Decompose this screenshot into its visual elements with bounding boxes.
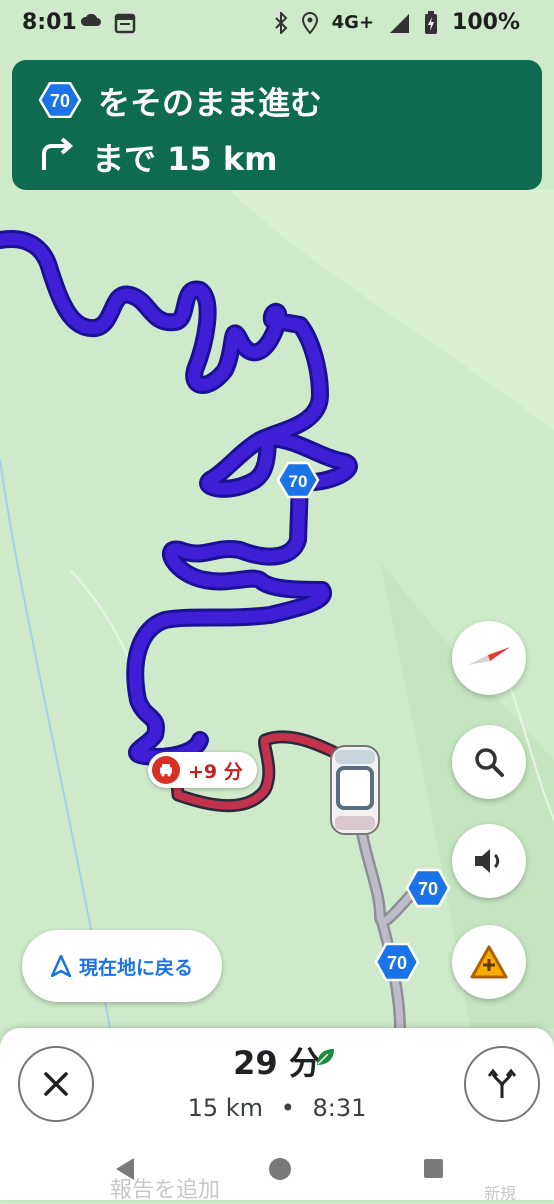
traffic-car-icon [152, 756, 180, 784]
nav-instruction: をそのまま進む [98, 84, 323, 122]
status-bar: 8:01 4G+ 100% [0, 0, 554, 48]
route-shield-map-3: 70 [374, 942, 420, 982]
signal-icon [390, 13, 410, 33]
recenter-button[interactable]: 現在地に戻る [22, 930, 222, 1002]
home-button[interactable] [269, 1158, 291, 1180]
trip-separator: • [280, 1094, 295, 1122]
trip-distance: 15 km [187, 1094, 264, 1122]
compass-icon [468, 647, 510, 665]
eco-leaf-icon [317, 1049, 334, 1065]
route-shield-map-1: 70 [276, 461, 320, 499]
nav-distance: まで 15 km [92, 140, 278, 178]
battery-icon [425, 10, 438, 34]
bluetooth-icon [274, 11, 288, 34]
system-navigation-bar [116, 1158, 443, 1180]
calendar-icon [114, 13, 136, 34]
compass-button[interactable] [452, 621, 526, 695]
arrival-time: 8:31 [312, 1094, 367, 1122]
trip-duration: 29 分 [233, 1044, 321, 1082]
route-shield-icon: 70 [38, 82, 82, 118]
route-shield-map-2: 70 [405, 868, 451, 908]
cloud-icon [80, 13, 101, 26]
sound-button[interactable] [452, 824, 526, 898]
delay-text: +9 分 [188, 760, 243, 783]
recenter-label: 現在地に戻る [78, 956, 193, 979]
status-time: 8:01 [22, 10, 77, 35]
volume-icon [475, 849, 500, 873]
turn-right-arrow-icon [42, 137, 74, 170]
location-icon [301, 11, 318, 34]
report-warning-icon [470, 945, 508, 979]
route-shield-map-1-label: 70 [289, 472, 308, 491]
search-button[interactable] [452, 725, 526, 799]
route-shield-map-2-label: 70 [418, 879, 438, 899]
status-right: 4G+ 100% [274, 10, 520, 35]
route-shield-number: 70 [50, 91, 70, 111]
vehicle-icon [330, 745, 380, 835]
recents-button[interactable] [424, 1159, 443, 1178]
traffic-delay-chip[interactable]: +9 分 [148, 752, 257, 788]
back-button[interactable] [116, 1158, 134, 1180]
network-type: 4G+ [331, 12, 375, 33]
navigation-arrow-icon [50, 955, 71, 977]
search-icon [475, 748, 504, 777]
battery-percent: 100% [452, 10, 520, 35]
add-report-button[interactable] [452, 925, 526, 999]
trip-details: 15 km • 8:31 [0, 1094, 554, 1122]
route-shield-map-3-label: 70 [387, 953, 407, 973]
